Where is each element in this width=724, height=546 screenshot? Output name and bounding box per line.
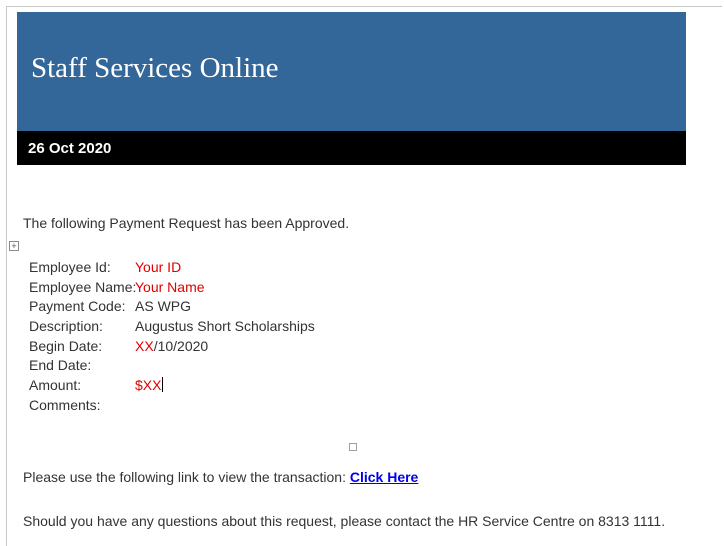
date-text: 26 Oct 2020: [28, 140, 112, 157]
begin-date-label: Begin Date:: [29, 337, 103, 354]
payment-code-label: Payment Code:: [29, 298, 126, 315]
intro-text: The following Payment Request has been A…: [23, 215, 350, 231]
employee-id-value: Your ID: [135, 259, 182, 275]
link-prompt-text: Please use the following link to view th…: [23, 469, 350, 485]
employee-name-value: Your Name: [135, 278, 205, 295]
transaction-link-line: Please use the following link to view th…: [23, 469, 418, 485]
amount-value: $XX: [135, 377, 162, 394]
table-resize-handle[interactable]: [349, 443, 357, 451]
begin-date-value: XX/10/2020: [135, 338, 208, 354]
table-move-handle-icon[interactable]: +: [9, 241, 19, 251]
contact-text: Should you have any questions about this…: [23, 513, 666, 529]
click-here-link[interactable]: Click Here: [350, 469, 418, 485]
page-title: Staff Services Online: [31, 52, 279, 84]
begin-date-rest: /10/2020: [153, 337, 209, 354]
payment-code-value: AS WPG: [135, 298, 192, 315]
description-value: Augustus Short Scholarships: [135, 318, 315, 335]
employee-id-label: Employee Id:: [29, 259, 111, 275]
begin-date-day: XX: [135, 337, 154, 354]
amount-value-wrap[interactable]: $XX: [135, 377, 164, 394]
description-label: Description:: [29, 318, 103, 335]
header-banner: Staff Services Online: [17, 12, 686, 131]
employee-name-label: Employee Name:: [29, 278, 137, 295]
amount-label: Amount:: [29, 377, 82, 394]
text-cursor: [162, 377, 164, 393]
date-bar: 26 Oct 2020: [17, 131, 686, 165]
comments-label: Comments:: [29, 396, 101, 413]
end-date-label: End Date:: [29, 357, 92, 374]
